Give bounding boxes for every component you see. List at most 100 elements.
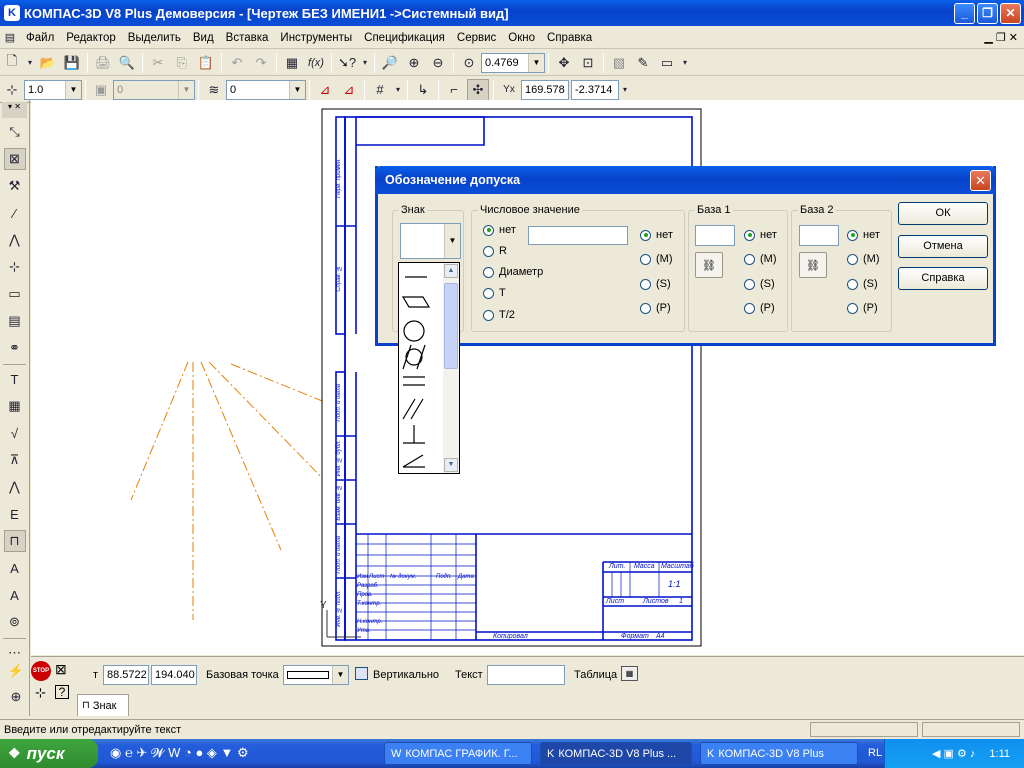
close-button[interactable]: ✕ xyxy=(1000,3,1021,24)
break-icon[interactable]: ⋀ xyxy=(4,476,26,498)
close-tool-icon[interactable]: ⊠ xyxy=(55,661,67,678)
base-point-icon[interactable]: ⊹ xyxy=(35,685,46,701)
select-icon[interactable]: ▭ xyxy=(4,283,26,305)
value-mod-m-radio[interactable]: (M) xyxy=(640,253,673,265)
znak-combo[interactable]: ▼ xyxy=(400,223,461,259)
axis-icon[interactable]: ⊚ xyxy=(4,611,26,633)
text-input[interactable] xyxy=(487,665,565,685)
value-r-radio[interactable]: R xyxy=(483,245,507,257)
dropdown-scrollbar[interactable]: ▲ ▼ xyxy=(443,263,459,473)
snap-local-icon[interactable]: ⊿ xyxy=(338,79,360,101)
task-kompas-active[interactable]: K КОМПАС-3D V8 Plus ... xyxy=(540,742,692,765)
layer-combo[interactable]: 0 ▼ xyxy=(226,79,306,100)
menu-file[interactable]: Файл xyxy=(20,27,60,49)
quicklaunch-icons[interactable]: ◉ ℮ ✈ 𝓦 W ◔ ● ◈ ▼ ⚙ xyxy=(110,745,249,761)
language-indicator[interactable]: RL xyxy=(868,747,882,759)
roughness-icon[interactable]: √ xyxy=(4,422,26,444)
symbols-icon[interactable]: ⚒ xyxy=(4,175,26,197)
step-combo[interactable]: 1.0 ▼ xyxy=(24,79,82,100)
fit-all-icon[interactable]: ⊡ xyxy=(577,52,599,74)
document-icon[interactable]: ▤ xyxy=(1,27,19,49)
baza2-s-radio[interactable]: (S) xyxy=(847,278,878,290)
baza1-input[interactable] xyxy=(695,225,735,246)
value-t-radio[interactable]: T xyxy=(483,287,506,299)
baza1-s-radio[interactable]: (S) xyxy=(744,278,775,290)
edit-icon[interactable]: ∕ xyxy=(4,202,26,224)
zoom-in-icon[interactable]: ⊕ xyxy=(403,52,425,74)
baza1-p-radio[interactable]: (P) xyxy=(744,302,775,314)
tray-icons[interactable]: ◀ ▣ ⚙ ♪ xyxy=(932,747,975,760)
value-input[interactable] xyxy=(528,226,628,245)
zoom-combo[interactable]: 0.4769 ▼ xyxy=(481,52,545,73)
baza2-p-radio[interactable]: (P) xyxy=(847,302,878,314)
zoom-window-icon[interactable]: 🔎 xyxy=(379,52,401,74)
table-icon[interactable]: ▦ xyxy=(4,395,26,417)
cursor-step-icon[interactable]: ⊹ xyxy=(1,79,23,101)
baza2-input[interactable] xyxy=(799,225,839,246)
menu-service[interactable]: Сервис xyxy=(451,27,502,49)
base-icon[interactable]: A xyxy=(4,557,26,579)
display-icon[interactable]: ▭ xyxy=(656,52,678,74)
zoom-scale-icon[interactable]: ⊙ xyxy=(458,52,480,74)
spec-icon[interactable]: ⚭ xyxy=(4,337,26,359)
restore-button[interactable]: ❐ xyxy=(977,3,998,24)
cut-icon[interactable]: ✂ xyxy=(147,52,169,74)
text-icon[interactable]: T xyxy=(4,368,26,390)
menu-insert[interactable]: Вставка xyxy=(220,27,275,49)
variables-icon[interactable]: f(x) xyxy=(305,52,327,74)
grid-icon[interactable]: # xyxy=(369,79,391,101)
target-icon[interactable]: ⊕ xyxy=(5,686,27,708)
menu-select[interactable]: Выделить xyxy=(122,27,187,49)
ortho-icon[interactable]: ⌐ xyxy=(443,79,465,101)
value-diameter-radio[interactable]: Диаметр xyxy=(483,266,543,278)
baza2-none-radio[interactable]: нет xyxy=(847,229,880,241)
coord-x-input[interactable]: 88.5722 xyxy=(103,665,149,685)
value-mod-none-radio[interactable]: нет xyxy=(640,229,673,241)
scroll-up-icon[interactable]: ▲ xyxy=(444,264,458,278)
paste-icon[interactable]: 📋 xyxy=(195,52,217,74)
save-icon[interactable]: 💾 xyxy=(61,52,83,74)
menu-help[interactable]: Справка xyxy=(541,27,598,49)
mdi-controls[interactable]: ▁ ❐ ✕ xyxy=(984,31,1018,44)
task-kompas-2[interactable]: K КОМПАС-3D V8 Plus xyxy=(700,742,858,765)
open-icon[interactable]: 📂 xyxy=(37,52,59,74)
coord-y-field[interactable]: -2.3714 xyxy=(571,79,619,100)
help-button[interactable]: Справка xyxy=(898,267,988,290)
compact-toolbar-header[interactable]: ▾ ✕ xyxy=(2,102,27,118)
display-dropdown-icon[interactable]: ▾ xyxy=(680,52,690,74)
baza1-m-radio[interactable]: (M) xyxy=(744,253,777,265)
baza2-link-button[interactable]: ⛓ xyxy=(799,252,827,278)
task-kompas-grafik[interactable]: W КОМПАС ГРАФИК. Г... xyxy=(384,742,532,765)
measure-icon[interactable]: ⊹ xyxy=(4,256,26,278)
properties-icon[interactable]: ✎ xyxy=(632,52,654,74)
local-cs-icon[interactable]: ↳ xyxy=(412,79,434,101)
minimize-button[interactable]: _ xyxy=(954,3,975,24)
help-pointer-icon[interactable]: ➘? xyxy=(336,52,358,74)
coord-x-field[interactable]: 169.578 xyxy=(521,79,569,100)
zoom-out-icon[interactable]: ⊖ xyxy=(427,52,449,74)
ok-button[interactable]: ОК xyxy=(898,202,988,225)
scroll-thumb[interactable] xyxy=(444,283,458,369)
help-icon[interactable]: ? xyxy=(55,685,69,699)
coord-y-input[interactable]: 194.040 xyxy=(151,665,197,685)
menu-window[interactable]: Окно xyxy=(502,27,541,49)
menu-specification[interactable]: Спецификация xyxy=(358,27,451,49)
znak-dropdown-list[interactable]: ▲ ▼ xyxy=(398,262,460,474)
leader-icon[interactable]: ⊼ xyxy=(4,449,26,471)
undo-icon[interactable]: ↶ xyxy=(226,52,248,74)
menu-view[interactable]: Вид xyxy=(187,27,220,49)
grid-dropdown-icon[interactable]: ▾ xyxy=(393,79,403,101)
value-t2-radio[interactable]: T/2 xyxy=(483,309,515,321)
base-point-combo[interactable]: ▼ xyxy=(283,665,349,685)
view-arrow-icon[interactable]: A xyxy=(4,584,26,606)
baza2-m-radio[interactable]: (M) xyxy=(847,253,880,265)
value-none-radio[interactable]: нет xyxy=(483,224,516,236)
menu-tools[interactable]: Инструменты xyxy=(274,27,358,49)
section-icon[interactable]: E xyxy=(4,503,26,525)
snap-toggle-icon[interactable]: ✣ xyxy=(467,78,489,101)
value-mod-s-radio[interactable]: (S) xyxy=(640,278,671,290)
cancel-button[interactable]: Отмена xyxy=(898,235,988,258)
baza1-none-radio[interactable]: нет xyxy=(744,229,777,241)
baza1-link-button[interactable]: ⛓ xyxy=(695,252,723,278)
scroll-down-icon[interactable]: ▼ xyxy=(444,458,458,472)
